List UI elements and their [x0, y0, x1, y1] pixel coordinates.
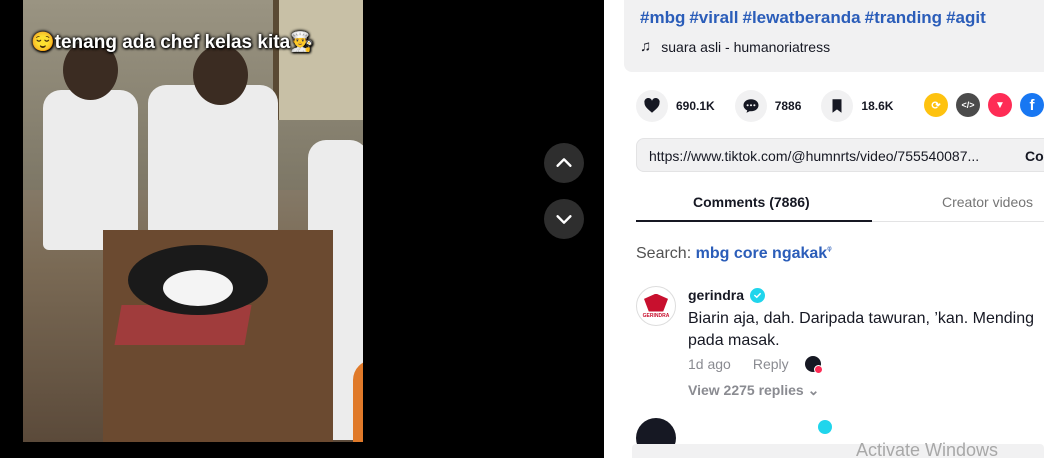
hashtag-list: #mbg #virall #lewatberanda #tranding #agit [640, 8, 990, 28]
verified-badge-icon [818, 420, 832, 434]
activate-windows-watermark: Activate Windows [856, 440, 999, 458]
tab-bar: Comments (7886) Creator videos [636, 182, 1044, 222]
comment-username[interactable]: gerindra [688, 287, 766, 303]
tab-active-indicator [636, 220, 872, 222]
video-scene-student-center [148, 85, 278, 235]
reply-button[interactable]: Reply [753, 356, 789, 372]
next-video-button[interactable] [544, 199, 584, 239]
video-link-url[interactable]: https://www.tiktok.com/@humnrts/video/75… [649, 148, 979, 164]
save-count: 18.6K [861, 99, 894, 113]
embed-icon[interactable]: </> [956, 93, 980, 117]
comment-username-text: gerindra [688, 287, 745, 303]
comment-count: 7886 [774, 99, 802, 113]
hashtag-link[interactable]: #tranding [865, 8, 942, 27]
send-icon[interactable]: ▼ [988, 93, 1012, 117]
repost-icon[interactable]: ⟳ [924, 93, 948, 117]
view-replies-button[interactable]: View 2275 replies ⌄ [688, 382, 819, 399]
video-area: 😌tenang ada chef kelas kita👨‍🍳 [0, 0, 604, 458]
comment-meta: 1d ago Reply [688, 356, 823, 374]
comment-time: 1d ago [688, 356, 731, 372]
bookmark-icon [832, 99, 842, 113]
save-button[interactable] [821, 90, 854, 122]
video-scene-head-center [193, 45, 248, 105]
creator-liked-icon [804, 356, 823, 374]
comment-text: Biarin aja, dah. Daripada tawuran, ’kan.… [688, 310, 1034, 349]
action-bar: 690.1K 7886 18.6K [636, 88, 913, 124]
comment-icon [743, 99, 759, 113]
video-scene-student-left [43, 90, 138, 250]
music-title: suara asli - humanoriatress [661, 38, 831, 55]
verified-badge-icon [750, 287, 766, 303]
search-label: Search: [636, 245, 692, 262]
video-scene-orange-shirt [353, 360, 363, 442]
like-action[interactable]: 690.1K [636, 90, 715, 122]
music-link[interactable]: ♫ suara asli - humanoriatress [640, 38, 830, 55]
avatar-logo-text: GERINDRA [642, 312, 670, 319]
like-count: 690.1K [676, 99, 715, 113]
music-note-icon: ♫ [640, 38, 652, 55]
video-scene-window [273, 0, 363, 120]
heart-icon [644, 97, 660, 113]
hashtag-link[interactable]: #lewatberanda [743, 8, 861, 27]
search-suggestion: Search: mbg core ngakakᵠ [636, 245, 832, 263]
hashtag-link[interactable]: #virall [689, 8, 738, 27]
chevron-down-icon [556, 215, 572, 224]
search-term-link[interactable]: mbg core ngakak [696, 245, 828, 262]
facebook-icon[interactable]: f [1020, 93, 1044, 117]
video-scene-rice [163, 270, 233, 306]
chevron-up-icon [556, 158, 572, 167]
details-panel: #mbg #virall #lewatberanda #tranding #agit ♫… [604, 0, 1044, 458]
copy-link-button[interactable]: Co [1025, 148, 1044, 164]
tab-comments[interactable]: Comments (7886) [693, 194, 810, 210]
comment-action[interactable]: 7886 [734, 90, 802, 122]
comment-button[interactable] [734, 90, 767, 122]
hashtag-link[interactable]: #mbg [640, 8, 685, 27]
video-caption: 😌tenang ada chef kelas kita👨‍🍳 [31, 32, 314, 53]
hashtag-link[interactable]: #agit [946, 8, 986, 27]
video-player[interactable]: 😌tenang ada chef kelas kita👨‍🍳 [23, 0, 363, 442]
save-action[interactable]: 18.6K [821, 90, 893, 122]
like-button[interactable] [636, 90, 668, 122]
tab-creator-videos[interactable]: Creator videos [942, 194, 1033, 210]
search-icon: ᵠ [827, 245, 832, 256]
avatar[interactable]: GERINDRA [636, 286, 676, 326]
previous-video-button[interactable] [544, 143, 584, 183]
video-link-box: https://www.tiktok.com/@humnrts/video/75… [636, 138, 1044, 172]
gerindra-logo-icon [644, 293, 668, 312]
share-icons: ⟳ </> ▼ f [924, 93, 1044, 117]
